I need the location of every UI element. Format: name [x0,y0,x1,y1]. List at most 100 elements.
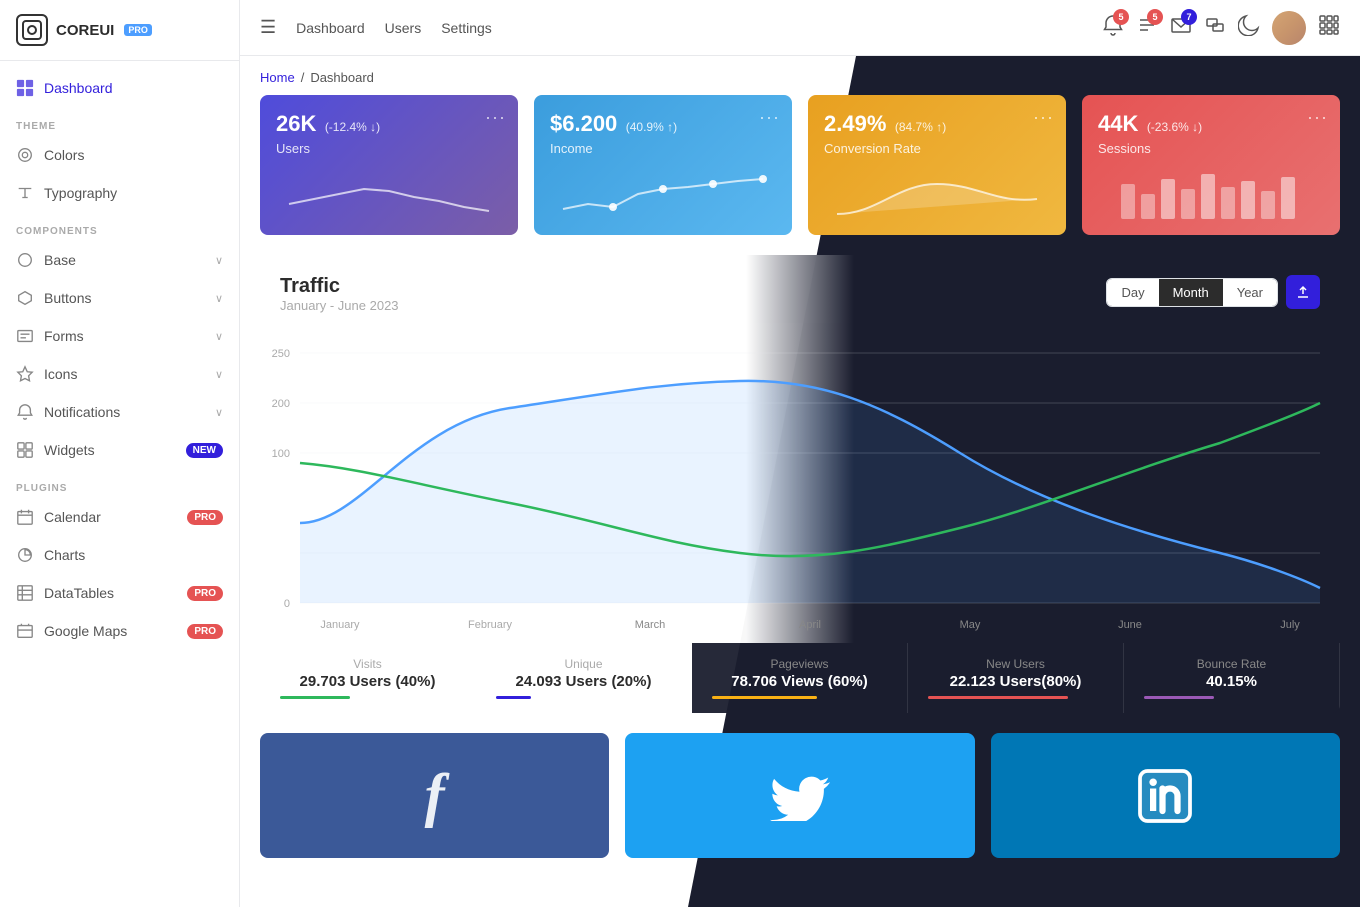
logo-name: COREUI [56,22,114,39]
sidebar-item-calendar[interactable]: Calendar PRO [0,498,239,536]
traffic-title: Traffic [280,275,399,298]
sidebar-label-dashboard: Dashboard [44,80,113,96]
twitter-icon [770,771,830,821]
hamburger-button[interactable]: ☰ [260,17,276,38]
apps-button[interactable] [1318,14,1340,41]
sidebar-label-typography: Typography [44,185,117,201]
stat-cards: ··· 26K (-12.4% ↓) Users [240,95,1360,255]
stat-label-sessions: Sessions [1098,141,1324,156]
upload-button[interactable] [1286,275,1320,309]
btn-day[interactable]: Day [1107,279,1158,306]
stat-newusers: New Users 22.123 Users(80%) [908,643,1124,713]
breadcrumb-separator: / [301,70,305,85]
linkedin-icon [1135,766,1195,826]
bell-badge: 5 [1113,9,1129,25]
traffic-section: Traffic January - June 2023 Day Month Ye… [260,255,1340,713]
sidebar-item-notifications[interactable]: Notifications ∨ [0,393,239,431]
pageviews-label: Pageviews [712,657,887,671]
widgets-badge: NEW [186,443,223,458]
sidebar-item-widgets[interactable]: Widgets NEW [0,431,239,469]
base-icon [16,251,34,269]
tasks-button[interactable]: 5 [1136,14,1158,41]
sidebar-label-datatables: DataTables [44,585,114,601]
unique-bar [496,696,531,699]
newusers-label: New Users [928,657,1103,671]
pageviews-bar [712,696,817,699]
googlemaps-icon [16,622,34,640]
logo-area: COREUI PRO [0,0,239,61]
sidebar-item-dashboard[interactable]: Dashboard [0,69,239,107]
time-filter-group: Day Month Year [1106,278,1278,307]
stat-label-users: Users [276,141,502,156]
header-nav-settings[interactable]: Settings [441,20,492,36]
stat-chart-conversion [824,169,1050,219]
svg-text:July: July [1280,619,1300,631]
stat-value-income: $6.200 [550,111,617,136]
sidebar-label-notifications: Notifications [44,404,120,420]
chart-container: 250 200 100 0 January [260,323,1340,643]
sidebar-collapse-button[interactable] [207,670,223,691]
sidebar-item-googlemaps[interactable]: Google Maps PRO [0,612,239,650]
sidebar-label-colors: Colors [44,147,84,163]
stat-change-income: (40.9% ↑) [626,120,677,134]
forms-chevron: ∨ [215,330,223,343]
sidebar-item-datatables[interactable]: DataTables PRO [0,574,239,612]
btn-year[interactable]: Year [1223,279,1277,306]
darkmode-button[interactable] [1238,14,1260,41]
stat-chart-income [550,169,776,219]
sidebar-label-buttons: Buttons [44,290,91,306]
widgets-icon [16,441,34,459]
mail-button[interactable]: 7 [1170,14,1192,41]
social-card-twitter[interactable] [625,733,974,858]
social-card-linkedin[interactable] [991,733,1340,858]
stat-chart-sessions [1098,169,1324,219]
language-icon [1204,14,1226,36]
googlemaps-badge: PRO [187,624,223,639]
header: ☰ Dashboard Users Settings 5 5 [240,0,1360,56]
social-card-facebook[interactable]: f [260,733,609,858]
btn-month[interactable]: Month [1159,279,1223,306]
sidebar-item-buttons[interactable]: Buttons ∨ [0,279,239,317]
sidebar-label-widgets: Widgets [44,442,95,458]
svg-text:100: 100 [272,448,290,460]
traffic-controls: Day Month Year [1106,275,1320,309]
calendar-badge: PRO [187,510,223,525]
header-right: 5 5 7 [1102,11,1340,45]
language-button[interactable] [1204,14,1226,41]
stat-change-conversion: (84.7% ↑) [895,120,946,134]
sidebar-item-charts[interactable]: Charts [0,536,239,574]
bell-button[interactable]: 5 [1102,14,1124,41]
stat-menu-sessions[interactable]: ··· [1307,107,1328,128]
breadcrumb: Home / Dashboard [240,56,1360,95]
page-content: Home / Dashboard ··· 26K (-12.4% ↓) User… [240,56,1360,907]
svg-text:250: 250 [272,348,290,360]
buttons-icon [16,289,34,307]
typography-icon [16,184,34,202]
header-nav-dashboard[interactable]: Dashboard [296,20,365,36]
logo-badge: PRO [124,24,152,36]
tasks-badge: 5 [1147,9,1163,25]
content-body: Home / Dashboard ··· 26K (-12.4% ↓) User… [240,56,1360,858]
breadcrumb-home[interactable]: Home [260,70,295,85]
sidebar-item-base[interactable]: Base ∨ [0,241,239,279]
stat-menu-conversion[interactable]: ··· [1033,107,1054,128]
sidebar-item-icons[interactable]: Icons ∨ [0,355,239,393]
sidebar-navigation: Dashboard THEME Colors Typography COMPON… [0,61,239,907]
header-nav-users[interactable]: Users [385,20,422,36]
unique-value: 24.093 Users (20%) [496,673,671,690]
sidebar-item-typography[interactable]: Typography [0,174,239,212]
stat-menu-income[interactable]: ··· [759,107,780,128]
header-left: ☰ Dashboard Users Settings [260,17,492,38]
svg-text:March: March [635,619,666,631]
stat-value-conversion: 2.49% [824,111,886,136]
charts-icon [16,546,34,564]
stat-menu-users[interactable]: ··· [485,107,506,128]
traffic-title-area: Traffic January - June 2023 [280,275,399,313]
avatar[interactable] [1272,11,1306,45]
sidebar-item-colors[interactable]: Colors [0,136,239,174]
stat-visits: Visits 29.703 Users (40%) [260,643,476,713]
visits-value: 29.703 Users (40%) [280,673,455,690]
sidebar-label-charts: Charts [44,547,85,563]
stat-card-sessions: ··· 44K (-23.6% ↓) Sessions [1082,95,1340,235]
sidebar-item-forms[interactable]: Forms ∨ [0,317,239,355]
